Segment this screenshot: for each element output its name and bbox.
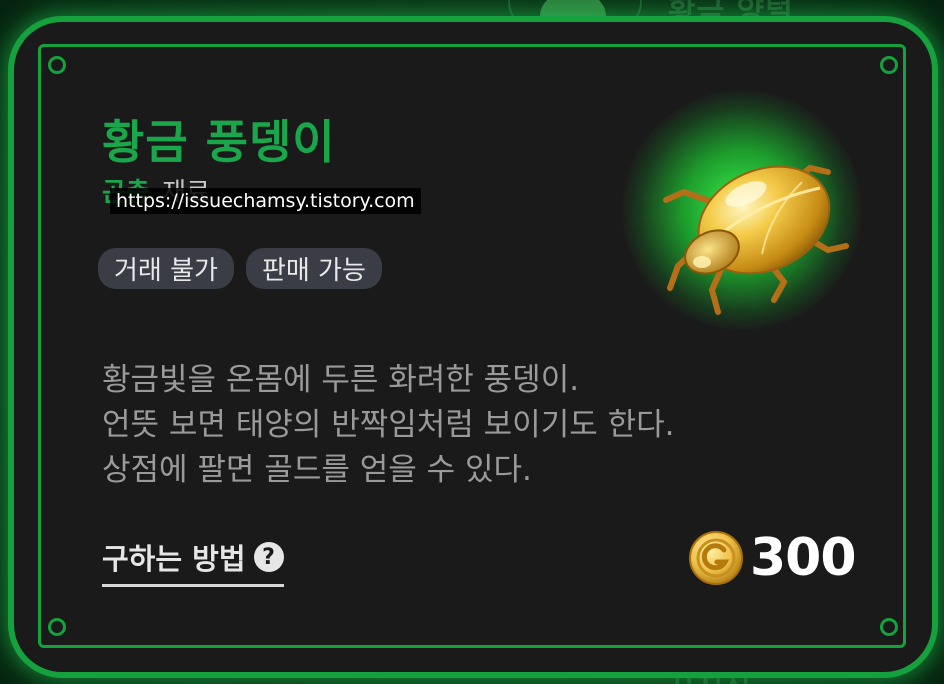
frame-corner-ornament	[880, 618, 898, 636]
question-icon: ?	[253, 542, 284, 572]
price-value: 300	[750, 528, 857, 588]
tag-sell-status: 판매 가능	[245, 248, 382, 289]
how-to-obtain-label: 구하는 방법	[102, 542, 246, 576]
background-item-icon	[540, 0, 606, 24]
item-detail-card: 황금 풍뎅이 곤충 재료 https://issuechamsy.tistory…	[14, 22, 932, 672]
game-screen: 황금 양털 사진집 황금 풍뎅이 곤충 재료 https://issuecham…	[0, 0, 944, 684]
tag-trade-status: 거래 불가	[98, 248, 234, 289]
item-price: 300	[688, 528, 857, 588]
item-description: 황금빛을 온몸에 두른 화려한 풍뎅이. 언뜻 보면 태양의 반짝임처럼 보이기…	[102, 358, 674, 493]
description-line: 황금빛을 온몸에 두른 화려한 풍뎅이.	[102, 362, 580, 398]
how-to-obtain-button[interactable]: 구하는 방법 ?	[102, 536, 284, 587]
item-tags: 거래 불가 판매 가능	[98, 248, 382, 289]
golden-beetle-icon	[663, 164, 849, 315]
gold-coin-icon	[689, 531, 743, 585]
item-name: 황금 풍뎅이	[102, 115, 336, 169]
description-line: 언뜻 보면 태양의 반짝임처럼 보이기도 한다.	[102, 407, 675, 443]
frame-corner-ornament	[880, 56, 898, 74]
item-image	[614, 90, 874, 330]
frame-corner-ornament	[48, 618, 66, 636]
description-line: 상점에 팔면 골드를 얻을 수 있다.	[102, 452, 532, 488]
frame-corner-ornament	[48, 56, 66, 74]
watermark-url: https://issuechamsy.tistory.com	[110, 188, 421, 214]
